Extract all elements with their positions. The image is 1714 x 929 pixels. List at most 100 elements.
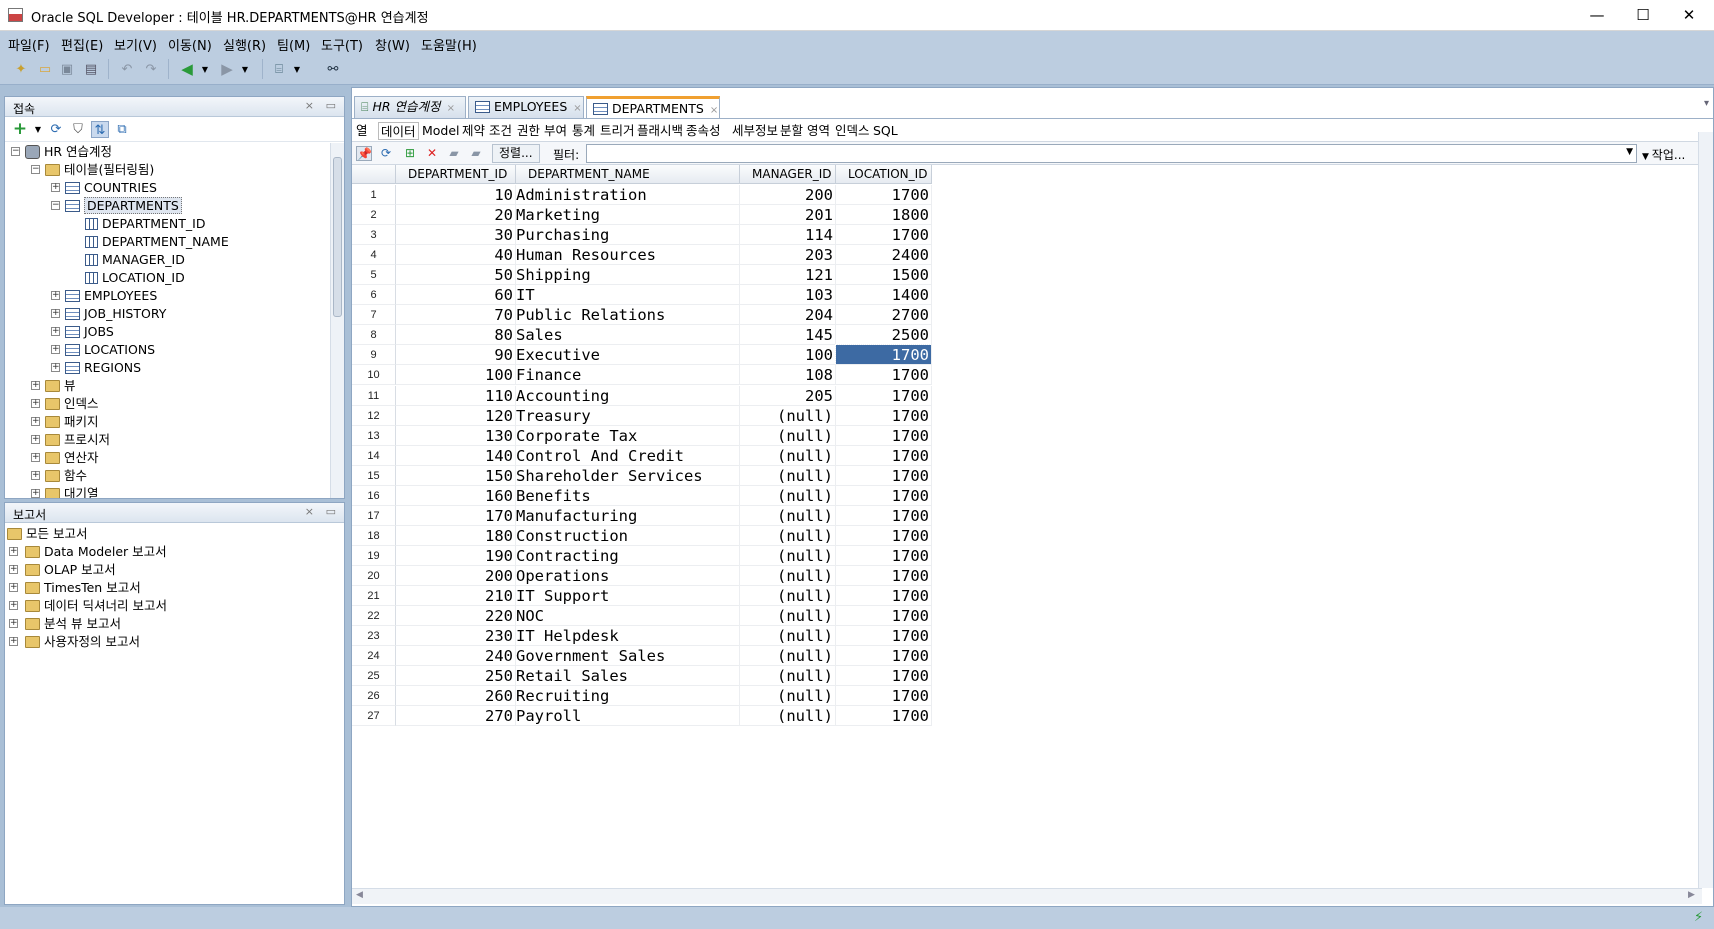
table-row[interactable]: 12 120 Treasury (null) 1700 xyxy=(352,405,932,426)
grid-cell[interactable]: 140 xyxy=(396,445,516,466)
row-number[interactable]: 20 xyxy=(352,565,396,586)
row-number[interactable]: 21 xyxy=(352,586,396,606)
report-node[interactable]: 분석 뷰 보고서 xyxy=(25,615,121,633)
grid-cell[interactable]: Contracting xyxy=(516,545,740,566)
save-all-icon[interactable]: ▤ xyxy=(82,61,100,78)
grid-vertical-scrollbar[interactable] xyxy=(1698,132,1713,888)
grid-cell[interactable]: IT Support xyxy=(516,586,740,606)
row-number[interactable]: 1 xyxy=(352,185,396,205)
grid-cell[interactable]: 121 xyxy=(740,265,836,286)
grid-cell[interactable]: 60 xyxy=(396,285,516,306)
menu-window[interactable]: 창(W) xyxy=(375,35,410,54)
table-row[interactable]: 19 190 Contracting (null) 1700 xyxy=(352,545,932,566)
grid-cell[interactable]: 114 xyxy=(740,225,836,246)
row-number[interactable]: 3 xyxy=(352,225,396,246)
close-tab-icon[interactable]: × xyxy=(573,103,581,114)
grid-cell[interactable]: 1700 xyxy=(836,666,932,687)
grid-cell[interactable]: 1700 xyxy=(836,445,932,466)
grid-cell[interactable]: 103 xyxy=(740,285,836,306)
expand-node-icon[interactable]: + xyxy=(51,309,60,318)
sub-tab[interactable]: 열 xyxy=(356,122,368,140)
menu-navigate[interactable]: 이동(N) xyxy=(168,35,212,54)
table-row[interactable]: 16 160 Benefits (null) 1700 xyxy=(352,485,932,506)
row-number[interactable]: 23 xyxy=(352,626,396,647)
redo-icon[interactable]: ↷ xyxy=(142,61,160,78)
grid-cell[interactable]: Accounting xyxy=(516,385,740,406)
grid-cell[interactable]: Treasury xyxy=(516,405,740,426)
tree-node[interactable]: LOCATIONS xyxy=(65,341,155,359)
grid-cell[interactable]: 260 xyxy=(396,686,516,707)
expand-node-icon[interactable]: + xyxy=(51,345,60,354)
grid-cell[interactable]: 230 xyxy=(396,626,516,647)
forward-dropdown-icon[interactable]: ▼ xyxy=(236,61,254,78)
grid-cell[interactable]: 170 xyxy=(396,505,516,526)
tab-hr-worksheet[interactable]: ⌸ HR 연습계정 × xyxy=(354,96,466,118)
sub-tab[interactable]: 트리거 xyxy=(600,122,635,140)
grid-cell[interactable]: Shareholder Services xyxy=(516,465,740,486)
grid-cell[interactable]: 205 xyxy=(740,385,836,406)
grid-cell[interactable]: 108 xyxy=(740,365,836,386)
grid-cell[interactable]: 1700 xyxy=(835,344,933,367)
grid-cell[interactable]: 203 xyxy=(740,245,836,266)
tab-list-icon[interactable]: ▾ xyxy=(1704,98,1709,109)
minimize-panel-icon[interactable]: ▭ xyxy=(326,99,336,112)
row-number[interactable]: 9 xyxy=(352,345,396,366)
tree-node[interactable]: LOCATION_ID xyxy=(85,269,185,287)
tree-node[interactable]: 프로시저 xyxy=(45,431,110,449)
grid-cell[interactable]: 1700 xyxy=(836,606,932,627)
table-row[interactable]: 17 170 Manufacturing (null) 1700 xyxy=(352,505,932,526)
grid-cell[interactable]: 200 xyxy=(740,185,836,205)
freeze-view-icon[interactable]: 📌 xyxy=(356,146,372,161)
grid-cell[interactable]: 160 xyxy=(396,485,516,506)
grid-cell[interactable]: 120 xyxy=(396,405,516,426)
expand-node-icon[interactable]: + xyxy=(31,471,40,480)
table-row[interactable]: 26 260 Recruiting (null) 1700 xyxy=(352,686,932,707)
expand-node-icon[interactable]: + xyxy=(9,619,18,628)
grid-cell[interactable]: IT xyxy=(516,285,740,306)
commit-icon[interactable]: ▰ xyxy=(446,146,462,161)
grid-cell[interactable]: 1700 xyxy=(836,485,932,506)
tree-node[interactable]: COUNTRIES xyxy=(65,179,157,197)
grid-cell[interactable]: 1700 xyxy=(836,465,932,486)
scroll-thumb[interactable] xyxy=(333,157,342,317)
row-number[interactable]: 13 xyxy=(352,425,396,446)
grid-cell[interactable]: (null) xyxy=(740,666,836,687)
grid-cell[interactable]: Sales xyxy=(516,325,740,346)
grid-cell[interactable]: (null) xyxy=(740,505,836,526)
grid-cell[interactable]: 1700 xyxy=(836,365,932,386)
grid-cell[interactable]: 1400 xyxy=(836,285,932,306)
grid-cell[interactable]: 1800 xyxy=(836,205,932,226)
grid-cell[interactable]: 80 xyxy=(396,325,516,346)
table-row[interactable]: 20 200 Operations (null) 1700 xyxy=(352,565,932,586)
tree-node[interactable]: 패키지 xyxy=(45,413,99,431)
expand-node-icon[interactable]: + xyxy=(9,637,18,646)
grid-cell[interactable]: Human Resources xyxy=(516,245,740,266)
grid-cell[interactable]: 110 xyxy=(396,385,516,406)
save-icon[interactable]: ▣ xyxy=(58,61,76,78)
row-number[interactable]: 19 xyxy=(352,545,396,566)
expand-node-icon[interactable]: + xyxy=(9,601,18,610)
grid-cell[interactable]: 90 xyxy=(396,345,516,366)
sort-button[interactable]: 정렬... xyxy=(492,144,540,163)
grid-cell[interactable]: 100 xyxy=(740,345,836,366)
tree-node[interactable]: 테이블(필터링됨) xyxy=(45,161,154,179)
table-row[interactable]: 1 10 Administration 200 1700 xyxy=(352,185,932,205)
grid-cell[interactable]: Benefits xyxy=(516,485,740,506)
expand-node-icon[interactable]: + xyxy=(51,327,60,336)
grid-cell[interactable]: Public Relations xyxy=(516,305,740,326)
minimize-panel-icon[interactable]: ▭ xyxy=(326,505,336,518)
menu-edit[interactable]: 편집(E) xyxy=(61,35,103,54)
tab-employees[interactable]: EMPLOYEES × xyxy=(468,96,584,118)
row-number[interactable]: 2 xyxy=(352,205,396,226)
sub-tab[interactable]: SQL xyxy=(873,122,898,140)
tree-node[interactable]: DEPARTMENTS xyxy=(65,197,182,215)
grid-cell[interactable]: Executive xyxy=(516,345,740,366)
table-row[interactable]: 7 70 Public Relations 204 2700 xyxy=(352,305,932,326)
row-number[interactable]: 5 xyxy=(352,265,396,286)
close-button[interactable]: ✕ xyxy=(1666,0,1712,31)
row-number[interactable]: 26 xyxy=(352,686,396,707)
grid-cell[interactable]: Shipping xyxy=(516,265,740,286)
report-node[interactable]: OLAP 보고서 xyxy=(25,561,116,579)
tree-node[interactable]: HR 연습계정 xyxy=(25,143,112,161)
grid-cell[interactable]: 1700 xyxy=(836,686,932,707)
